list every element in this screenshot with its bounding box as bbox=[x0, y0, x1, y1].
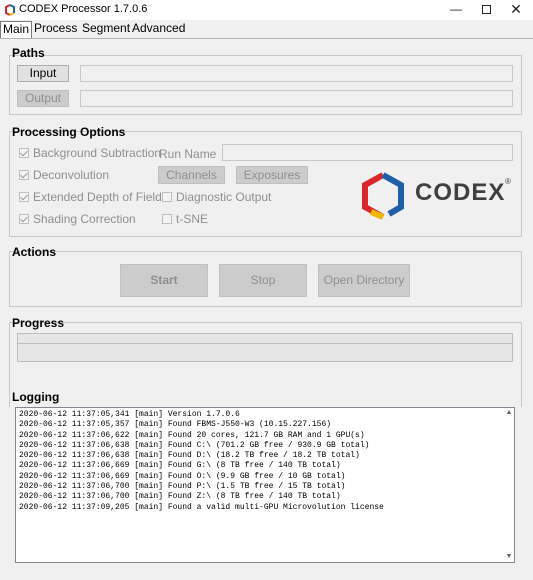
checkbox-box bbox=[162, 214, 172, 224]
log-line: 2020-06-12 11:37:06,638 [main] Found D:\… bbox=[19, 451, 360, 461]
background-subtraction-checkbox[interactable]: Background Subtraction bbox=[19, 145, 161, 161]
title-bar: CODEX Processor 1.7.0.6 — ✕ bbox=[0, 0, 533, 20]
input-button[interactable]: Input bbox=[17, 65, 69, 82]
exposures-button[interactable]: Exposures bbox=[236, 166, 308, 184]
extended-depth-of-field-checkbox[interactable]: Extended Depth of Field bbox=[19, 189, 162, 205]
logging-title: Logging bbox=[12, 390, 60, 404]
progress-title: Progress bbox=[12, 316, 65, 330]
output-path-field[interactable] bbox=[80, 90, 513, 107]
close-button[interactable]: ✕ bbox=[501, 0, 531, 20]
checkbox-box bbox=[19, 148, 29, 158]
log-lines: 2020-06-12 11:37:05,341 [main] Version 1… bbox=[19, 410, 384, 513]
log-line: 2020-06-12 11:37:06,700 [main] Found Z:\… bbox=[19, 492, 341, 502]
tab-bar: Main Process Segment Advanced bbox=[0, 21, 533, 38]
maximize-icon bbox=[481, 5, 491, 14]
checkbox-label: t-SNE bbox=[176, 212, 209, 226]
tab-segment[interactable]: Segment bbox=[80, 21, 132, 37]
checkbox-label: Deconvolution bbox=[33, 168, 110, 182]
input-path-field[interactable] bbox=[80, 65, 513, 82]
log-output[interactable]: 2020-06-12 11:37:05,341 [main] Version 1… bbox=[15, 407, 515, 563]
checkbox-box bbox=[19, 214, 29, 224]
registered-mark: ® bbox=[505, 177, 511, 186]
close-icon: ✕ bbox=[510, 1, 522, 17]
maximize-button[interactable] bbox=[471, 0, 501, 20]
checkbox-label: Background Subtraction bbox=[33, 146, 162, 160]
app-icon bbox=[5, 4, 15, 16]
log-line: 2020-06-12 11:37:05,341 [main] Version 1… bbox=[19, 410, 240, 419]
tab-advanced[interactable]: Advanced bbox=[130, 21, 187, 37]
log-line: 2020-06-12 11:37:09,205 [main] Found a v… bbox=[19, 502, 384, 512]
main-tab-content: Paths Input Output Processing Options Ba… bbox=[0, 38, 533, 580]
log-line: 2020-06-12 11:37:05,357 [main] Found FBM… bbox=[19, 420, 332, 430]
start-button[interactable]: Start bbox=[120, 264, 208, 297]
tsne-checkbox[interactable]: t-SNE bbox=[162, 211, 208, 227]
checkbox-label: Shading Correction bbox=[33, 212, 136, 226]
log-line: 2020-06-12 11:37:06,669 [main] Found G:\… bbox=[19, 461, 341, 471]
log-line: 2020-06-12 11:37:06,638 [main] Found C:\… bbox=[19, 440, 370, 450]
minimize-icon: — bbox=[450, 2, 462, 16]
scroll-up-icon[interactable]: ▲ bbox=[505, 409, 513, 417]
checkbox-box bbox=[19, 170, 29, 180]
tab-main[interactable]: Main bbox=[0, 21, 33, 38]
run-name-field[interactable] bbox=[222, 144, 513, 161]
open-directory-button[interactable]: Open Directory bbox=[318, 264, 410, 297]
paths-title: Paths bbox=[12, 46, 45, 60]
log-line: 2020-06-12 11:37:06,700 [main] Found P:\… bbox=[19, 482, 346, 492]
progress-bar-secondary bbox=[17, 343, 513, 362]
run-name-label: Run Name bbox=[159, 147, 217, 161]
checkbox-label: Extended Depth of Field bbox=[33, 190, 162, 204]
channels-button[interactable]: Channels bbox=[158, 166, 225, 184]
checkbox-box bbox=[19, 192, 29, 202]
actions-title: Actions bbox=[12, 245, 57, 259]
codex-logo-text: CODEX bbox=[415, 179, 506, 206]
log-scrollbar[interactable]: ▲ ▼ bbox=[504, 408, 514, 562]
processing-options-title: Processing Options bbox=[12, 125, 126, 139]
deconvolution-checkbox[interactable]: Deconvolution bbox=[19, 167, 109, 183]
shading-correction-checkbox[interactable]: Shading Correction bbox=[19, 211, 136, 227]
output-button[interactable]: Output bbox=[17, 90, 69, 107]
codex-logo-icon bbox=[362, 172, 404, 220]
scroll-down-icon[interactable]: ▼ bbox=[505, 553, 513, 561]
codex-logo: CODEX ® bbox=[357, 170, 517, 222]
window-title: CODEX Processor 1.7.0.6 bbox=[19, 3, 148, 15]
tab-process[interactable]: Process bbox=[32, 21, 79, 37]
diagnostic-output-checkbox[interactable]: Diagnostic Output bbox=[162, 189, 271, 205]
checkbox-label: Diagnostic Output bbox=[176, 190, 272, 204]
stop-button[interactable]: Stop bbox=[219, 264, 307, 297]
log-line: 2020-06-12 11:37:06,669 [main] Found O:\… bbox=[19, 471, 346, 481]
checkbox-box bbox=[162, 192, 172, 202]
log-line: 2020-06-12 11:37:06,622 [main] Found 20 … bbox=[19, 430, 365, 440]
minimize-button[interactable]: — bbox=[441, 0, 471, 20]
